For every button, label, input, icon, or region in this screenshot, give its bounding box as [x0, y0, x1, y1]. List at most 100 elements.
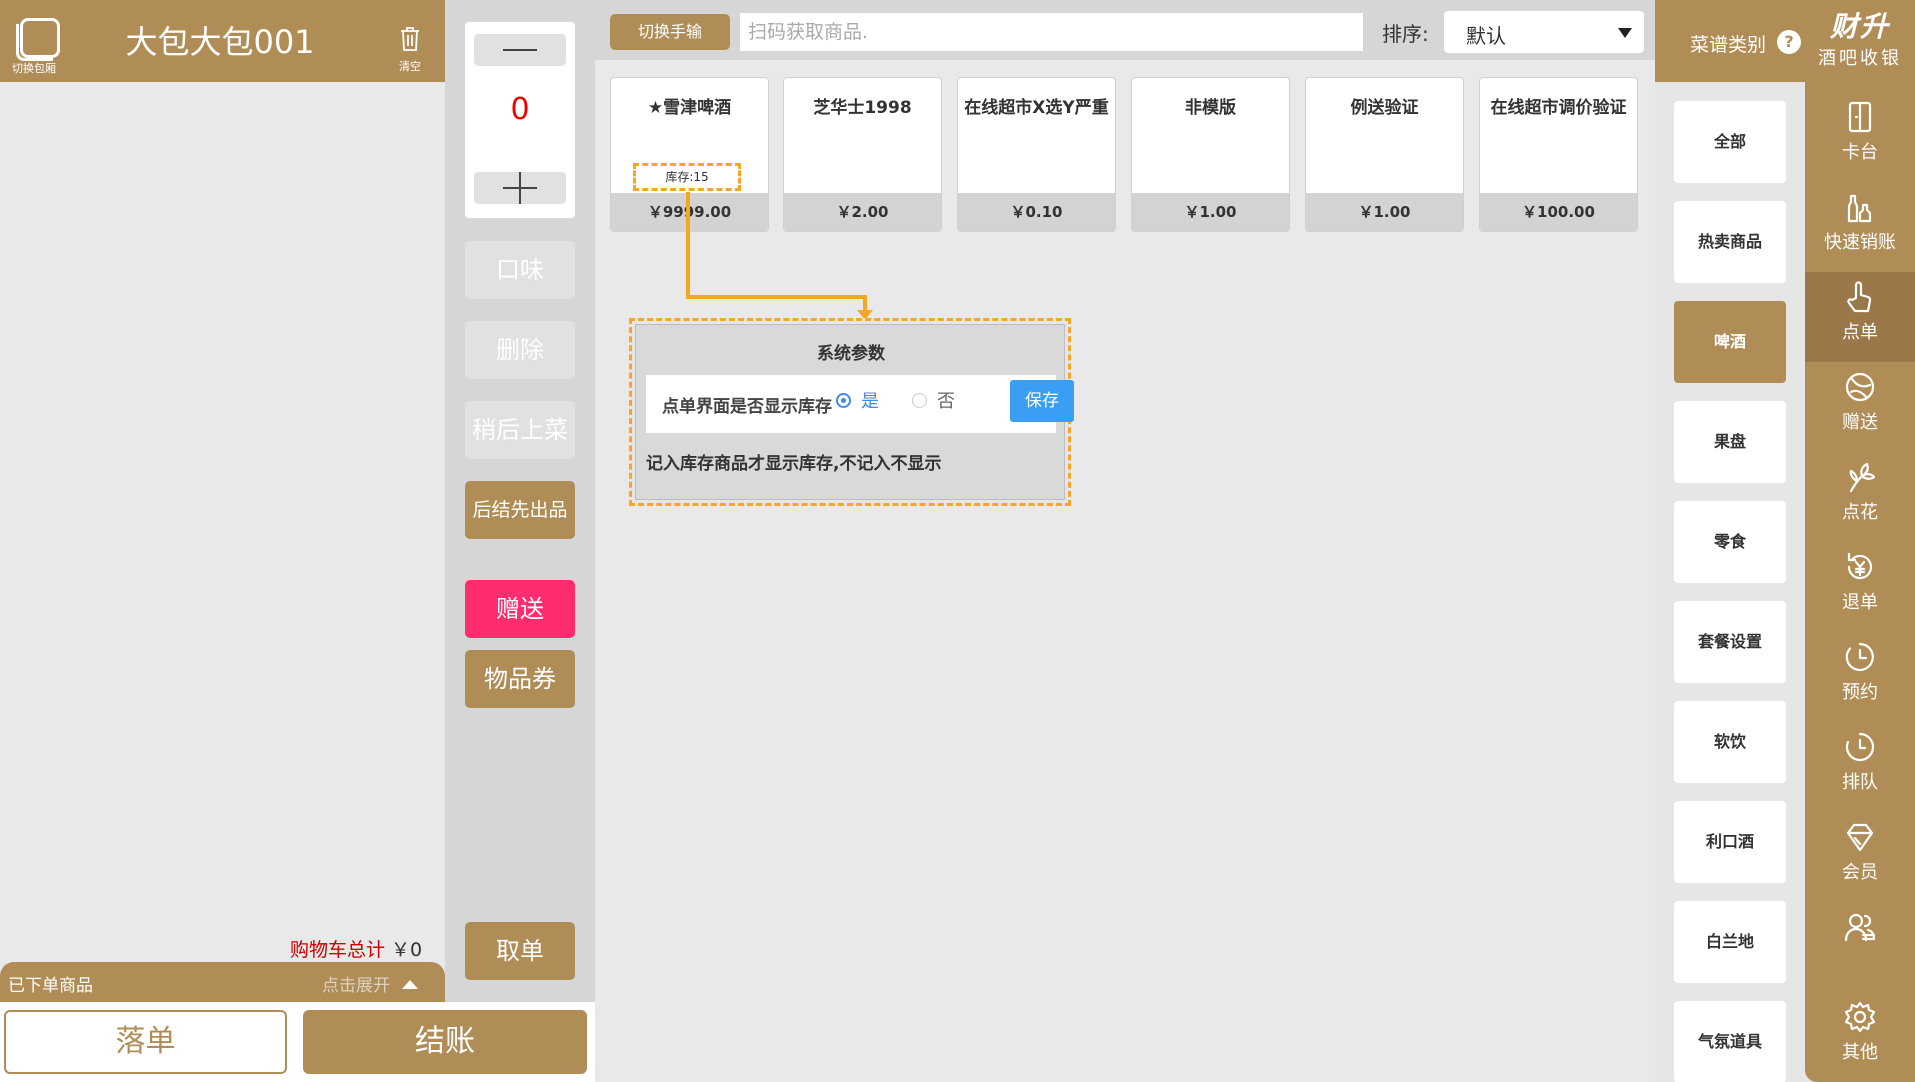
nav-item-label: 快速销账	[1824, 232, 1896, 253]
room-title: 大包大包001	[125, 23, 315, 61]
product-card[interactable]: 例送验证 ￥1.00	[1305, 77, 1464, 232]
sort-label: 排序:	[1382, 22, 1429, 46]
show-stock-no-radio[interactable]: 否	[912, 387, 955, 413]
item-actions-column: 0 口味 删除 稍后上菜 后结先出品 赠送 物品券 取单	[445, 0, 595, 1002]
radio-unselected-icon	[912, 393, 927, 408]
bottles-icon	[1847, 194, 1872, 223]
product-price: ￥0.10	[958, 193, 1115, 231]
category-item[interactable]: 零食	[1674, 501, 1786, 583]
nav-item-label: 点花	[1842, 502, 1878, 523]
gear-icon	[1844, 1001, 1876, 1033]
nav-item-label: 其他	[1842, 1042, 1878, 1063]
clock-icon	[1845, 642, 1874, 672]
settle-first-button[interactable]: 后结先出品	[465, 481, 575, 539]
flavor-button[interactable]: 口味	[465, 241, 575, 299]
category-item[interactable]: 白兰地	[1674, 901, 1786, 983]
serve-later-button[interactable]: 稍后上菜	[465, 401, 575, 459]
product-card[interactable]: 芝华士1998 ￥2.00	[783, 77, 942, 232]
clear-cart-button[interactable]: 清空	[390, 26, 430, 74]
cart-total: 购物车总计 ￥0	[290, 935, 422, 962]
product-card[interactable]: 在线超市X选Y严重 ￥0.10	[957, 77, 1116, 232]
brand-subtitle: 酒吧收银	[1818, 48, 1902, 69]
show-stock-no-label: 否	[937, 391, 955, 412]
category-item[interactable]: 啤酒	[1674, 301, 1786, 383]
queue-clock-icon	[1845, 732, 1875, 762]
save-button[interactable]: 保存	[1010, 380, 1074, 422]
system-params-title: 系统参数	[817, 344, 885, 364]
product-card[interactable]: 非模版 ￥1.00	[1131, 77, 1290, 232]
nav-item[interactable]	[1805, 902, 1915, 992]
ordered-items-bar[interactable]: 已下单商品 点击展开	[0, 962, 445, 1002]
product-stock: 库存:15	[633, 163, 741, 191]
show-stock-yes-label: 是	[861, 391, 879, 412]
category-item[interactable]: 果盘	[1674, 401, 1786, 483]
nav-item[interactable]: 点单	[1805, 272, 1915, 362]
category-item[interactable]: 软饮	[1674, 701, 1786, 783]
nav-item[interactable]: 卡台	[1805, 92, 1915, 182]
switch-manual-input-button[interactable]: 切换手输	[610, 14, 730, 50]
nav-item-label: 预约	[1842, 682, 1878, 703]
nav-item-label: 退单	[1842, 592, 1878, 613]
system-params-note: 记入库存商品才显示库存,不记入不显示	[646, 454, 942, 474]
show-stock-yes-radio[interactable]: 是	[836, 387, 879, 413]
nav-item[interactable]: 预约	[1805, 632, 1915, 722]
chevron-up-icon	[402, 980, 418, 989]
category-item[interactable]: 套餐设置	[1674, 601, 1786, 683]
nav-item[interactable]: 赠送	[1805, 362, 1915, 452]
product-name: 非模版	[1185, 98, 1236, 118]
scan-input[interactable]	[740, 13, 1363, 51]
nav-item[interactable]: 排队	[1805, 722, 1915, 812]
help-icon[interactable]: ?	[1777, 30, 1801, 54]
category-item[interactable]: 利口酒	[1674, 801, 1786, 883]
product-name: 在线超市调价验证	[1490, 98, 1627, 118]
refund-icon	[1847, 552, 1873, 580]
cart-panel: 切换包厢 大包大包001 清空 购物车总计 ￥0 已下单商品 点击展开	[0, 0, 445, 1082]
brand-logo: 财升 酒吧收银	[1805, 10, 1915, 70]
sort-value: 默认	[1466, 24, 1506, 48]
caret-down-icon	[1618, 28, 1632, 38]
hand-pointer-icon	[1847, 281, 1872, 313]
product-price: ￥1.00	[1306, 193, 1463, 231]
switch-room-button[interactable]: 切换包厢	[10, 18, 62, 78]
door-icon	[1848, 101, 1872, 133]
category-panel: 菜谱类别 ? 全部热卖商品啤酒果盘零食套餐设置软饮利口酒白兰地气氛道具	[1655, 0, 1805, 1082]
show-stock-setting-row: 点单界面是否显示库存 是 否 保存	[646, 375, 1074, 433]
voucher-button[interactable]: 物品券	[465, 650, 575, 708]
bottom-action-bar: 落单 结账	[0, 1002, 595, 1082]
place-order-button[interactable]: 落单	[4, 1010, 287, 1074]
ordered-items-label: 已下单商品	[8, 976, 93, 996]
quantity-minus-button[interactable]	[474, 34, 566, 66]
product-toolbar: 切换手输 排序: 默认	[595, 0, 1655, 60]
fetch-order-button[interactable]: 取单	[465, 922, 575, 980]
nav-item[interactable]: 会员	[1805, 812, 1915, 902]
product-card[interactable]: 在线超市调价验证 ￥100.00	[1479, 77, 1638, 232]
product-area: 切换手输 排序: 默认 ★雪津啤酒 ￥9999.00 库存:15 芝华士1998…	[595, 0, 1655, 1082]
cart-header: 切换包厢 大包大包001 清空	[0, 0, 445, 82]
nav-item-label: 会员	[1842, 862, 1878, 883]
nav-item[interactable]: 点花	[1805, 452, 1915, 542]
nav-item[interactable]: 退单	[1805, 542, 1915, 632]
category-item[interactable]: 气氛道具	[1674, 1001, 1786, 1082]
quantity-value: 0	[510, 92, 530, 127]
product-price: ￥1.00	[1132, 193, 1289, 231]
nav-item-label: 赠送	[1842, 412, 1878, 433]
expand-ordered-toggle[interactable]: 点击展开	[322, 971, 418, 996]
system-params-panel: 系统参数 点单界面是否显示库存 是 否 保存 记入库存商品才显示库存,不记入不显…	[635, 324, 1074, 500]
system-params-dialog: 系统参数 点单界面是否显示库存 是 否 保存 记入库存商品才显示库存,不记入不显…	[629, 318, 1074, 506]
product-card[interactable]: ★雪津啤酒 ￥9999.00 库存:15	[610, 77, 769, 232]
nav-item[interactable]: 快速销账	[1805, 182, 1915, 272]
gift-button[interactable]: 赠送	[465, 580, 575, 638]
checkout-button[interactable]: 结账	[303, 1010, 587, 1074]
product-price: ￥100.00	[1480, 193, 1637, 231]
sort-select[interactable]: 默认	[1444, 11, 1644, 53]
delete-button[interactable]: 删除	[465, 321, 575, 379]
product-name: ★雪津啤酒	[647, 98, 732, 118]
quantity-plus-button[interactable]	[474, 172, 566, 204]
expand-label: 点击展开	[322, 976, 390, 996]
nav-item-label: 点单	[1842, 322, 1878, 343]
category-item[interactable]: 热卖商品	[1674, 201, 1786, 283]
product-price: ￥2.00	[784, 193, 941, 231]
category-header: 菜谱类别 ?	[1655, 0, 1805, 82]
nav-item[interactable]: 其他	[1805, 992, 1915, 1082]
category-item[interactable]: 全部	[1674, 101, 1786, 183]
